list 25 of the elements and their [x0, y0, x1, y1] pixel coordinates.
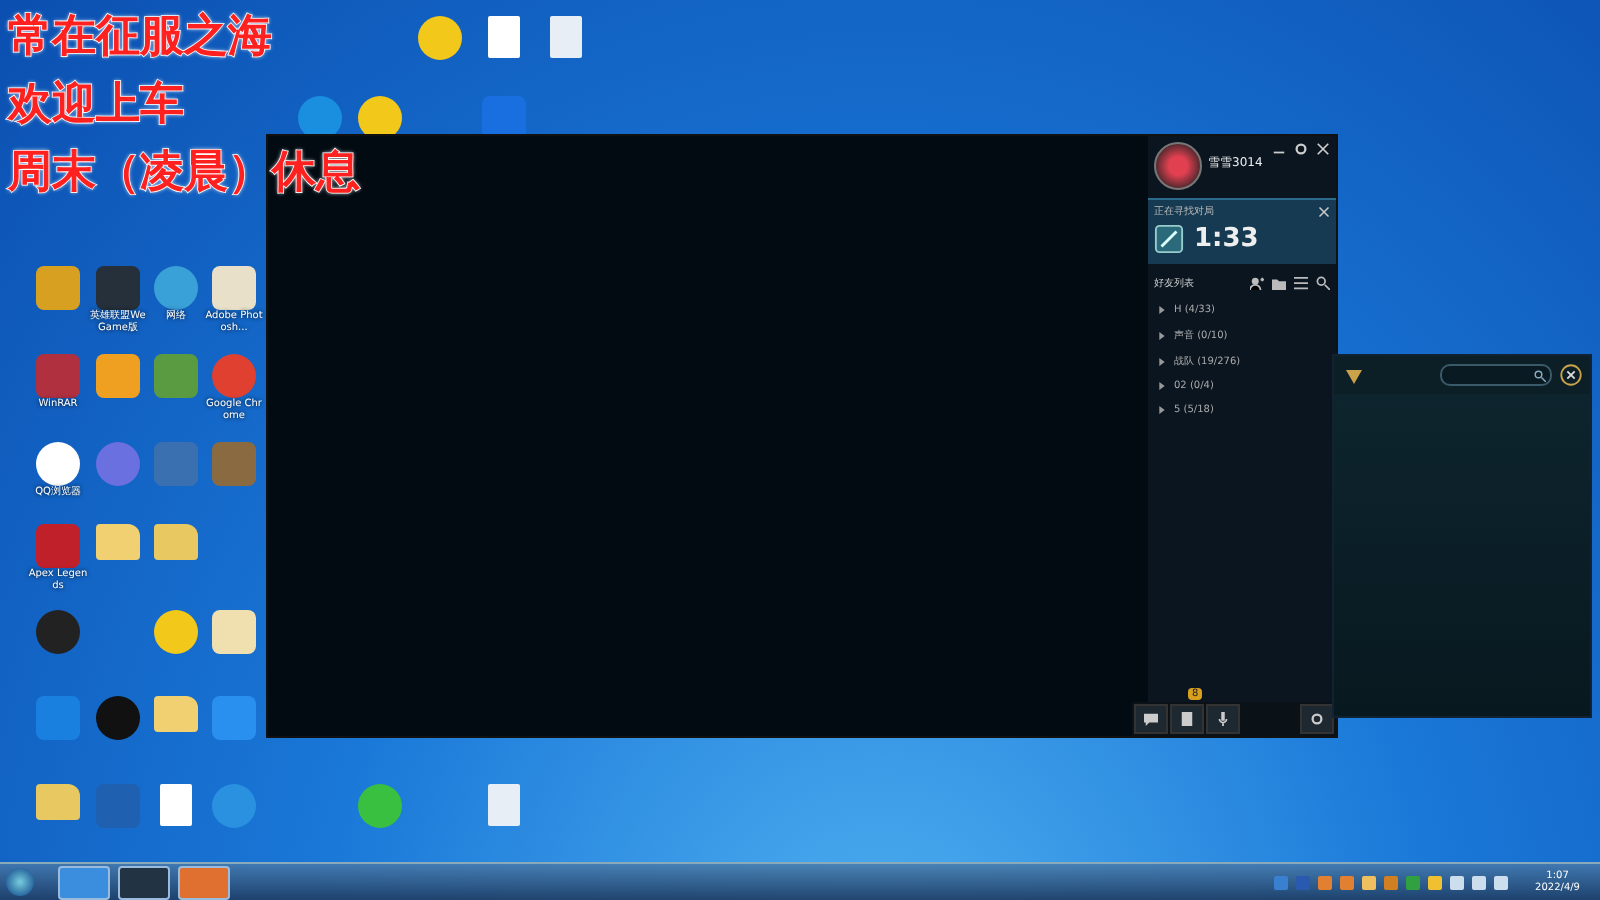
queue-timer: 1:33 — [1194, 224, 1259, 254]
document-icon — [1180, 712, 1194, 726]
overlay-caption: 常在征服之海 — [8, 12, 272, 64]
close-icon[interactable] — [1318, 205, 1330, 217]
search-icon — [1534, 369, 1546, 381]
chat-button[interactable] — [1134, 704, 1168, 734]
close-icon[interactable] — [1316, 142, 1330, 156]
microphone-button[interactable] — [1206, 704, 1240, 734]
add-friend-icon[interactable] — [1250, 276, 1264, 290]
search-field[interactable] — [1440, 364, 1552, 386]
settings-icon — [1310, 712, 1324, 726]
chat-icon — [1144, 712, 1158, 726]
settings-button[interactable] — [1300, 704, 1334, 734]
desktop-app-icon[interactable] — [36, 442, 80, 486]
overlay-caption: 欢迎上车 — [8, 80, 184, 132]
search-icon[interactable] — [1316, 276, 1330, 290]
start-button[interactable] — [6, 868, 34, 896]
list-icon[interactable] — [1294, 276, 1308, 290]
avatar-circle — [1154, 142, 1202, 190]
notice-button[interactable] — [1170, 704, 1204, 734]
settings-icon[interactable] — [1294, 142, 1308, 156]
close-icon[interactable] — [1560, 364, 1582, 386]
folder-icon[interactable] — [1272, 276, 1286, 290]
microphone-icon — [1216, 712, 1230, 726]
taskbar-app-icon[interactable] — [118, 865, 170, 899]
